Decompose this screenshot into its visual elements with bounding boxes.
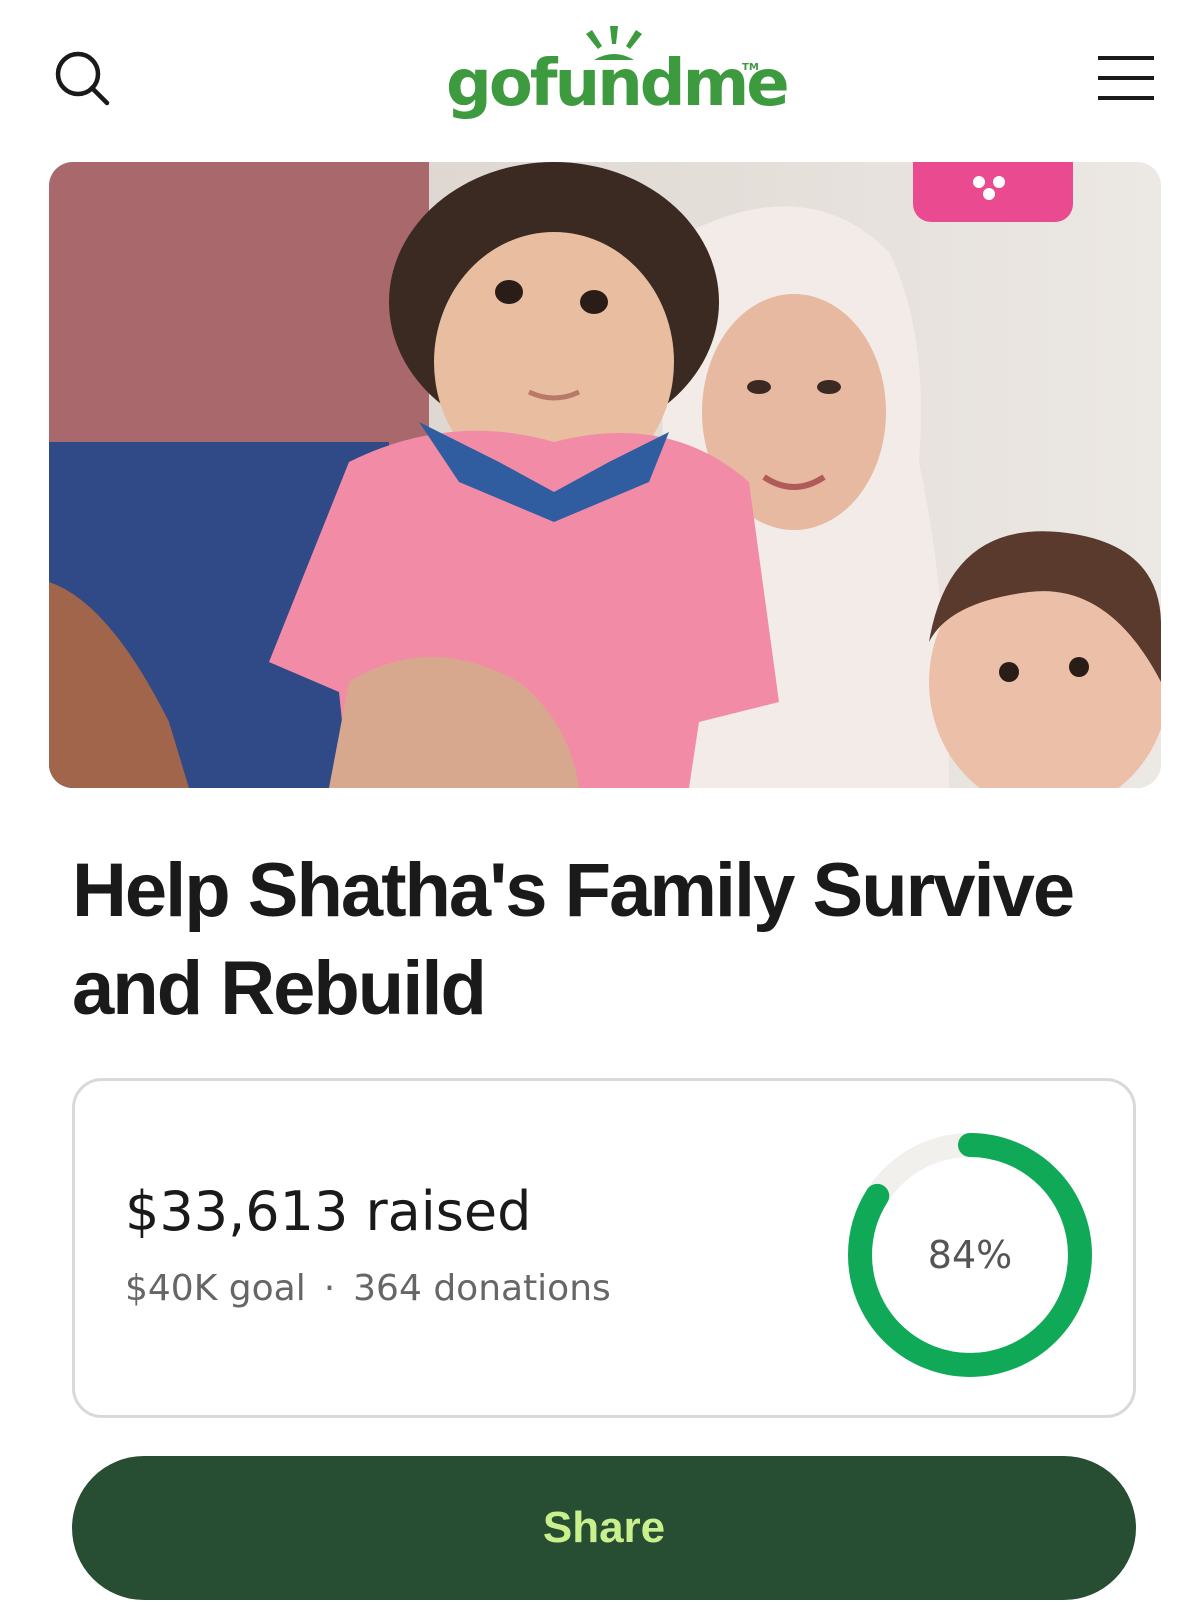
goal-and-donations: $40K goal · 364 donations — [125, 1271, 611, 1307]
menu-button[interactable] — [1096, 50, 1156, 106]
goal-amount: $40K goal — [125, 1268, 306, 1309]
hero-photo-illustration — [49, 162, 1161, 788]
hamburger-menu-icon — [1098, 56, 1154, 100]
top-bar: gofundme TM — [0, 0, 1204, 160]
separator-dot: · — [323, 1268, 336, 1309]
fundraising-stats-card: $33,613 raised $40K goal · 364 donations 8… — [72, 1078, 1136, 1418]
search-button[interactable] — [52, 48, 112, 108]
campaign-title: Help Shatha's Family Survive and Rebuild — [72, 848, 1075, 1031]
campaign-hero-image[interactable] — [49, 162, 1161, 788]
logo-trademark: TM — [742, 62, 759, 73]
amount-raised: $33,613 raised — [125, 1180, 532, 1243]
search-icon — [55, 51, 110, 106]
logo-text: gofundme — [446, 47, 790, 121]
progress-percent: 84% — [927, 1233, 1013, 1277]
share-button[interactable]: Share — [72, 1456, 1136, 1600]
donation-count: 364 donations — [353, 1268, 611, 1309]
progress-ring: 84% — [846, 1131, 1094, 1379]
gofundme-logo[interactable]: gofundme TM — [446, 24, 790, 134]
